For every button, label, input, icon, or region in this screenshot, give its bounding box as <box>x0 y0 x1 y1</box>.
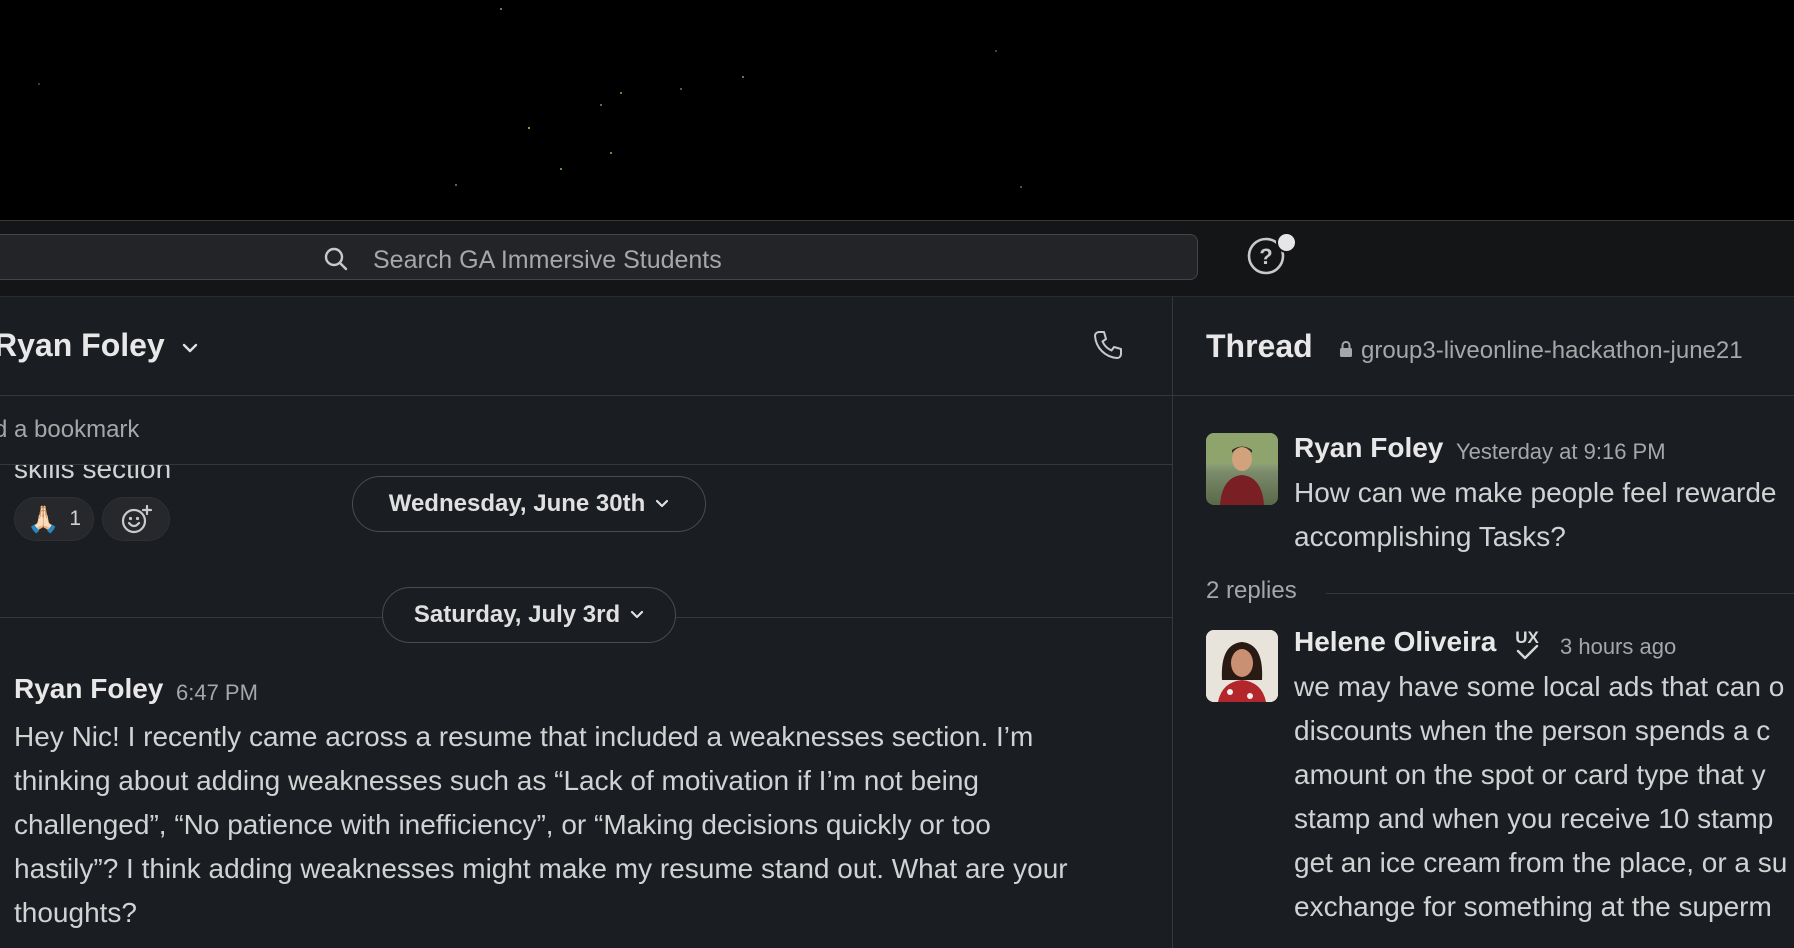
desktop-background <box>0 0 1794 221</box>
star-dot <box>680 88 682 90</box>
person-photo <box>1206 630 1278 702</box>
message-line: challenged”, “No patience with inefficie… <box>14 809 991 840</box>
search-icon <box>324 247 348 271</box>
svg-text:?: ? <box>1259 244 1272 269</box>
reply-author[interactable]: Helene Oliveira <box>1294 626 1496 658</box>
message-line: stamp and when you receive 10 stamp <box>1294 803 1774 834</box>
reply-timestamp[interactable]: 3 hours ago <box>1560 634 1676 660</box>
reaction-count: 1 <box>69 507 82 530</box>
thread-author[interactable]: Ryan Foley <box>1294 432 1443 464</box>
message-line: exchange for something at the superm <box>1294 891 1772 922</box>
star-dot <box>38 83 40 85</box>
chevron-down-icon <box>656 499 669 508</box>
badge-text: UX <box>1515 628 1539 647</box>
message-line: thoughts? <box>14 897 137 928</box>
date-label: Wednesday, June 30th <box>388 490 646 517</box>
date-label: Saturday, July 3rd <box>413 601 621 628</box>
message-author[interactable]: Ryan Foley <box>14 673 163 705</box>
star-dot <box>560 168 562 170</box>
message-line: get an ice cream from the place, or a su <box>1294 847 1788 878</box>
thread-channel-link[interactable]: group3-liveonline-hackathon-june21 <box>1361 337 1743 365</box>
search-bar[interactable]: Search GA Immersive Students <box>0 234 1198 280</box>
thread-message-body: How can we make people feel rewarde acco… <box>1294 471 1776 559</box>
workspace-topbar: Search GA Immersive Students ? <box>0 221 1794 297</box>
chevron-down-icon <box>631 610 644 619</box>
thread-header: Thread group3-liveonline-hackathon-june2… <box>1173 297 1794 396</box>
message-line: How can we make people feel rewarde <box>1294 477 1777 508</box>
add-emoji-icon <box>121 505 153 534</box>
message-line: discounts when the person spends a c <box>1294 715 1771 746</box>
date-divider-saturday[interactable]: Saturday, July 3rd <box>382 587 676 643</box>
star-dot <box>610 152 612 154</box>
add-bookmark-link[interactable]: d a bookmark <box>0 416 139 444</box>
lock-icon <box>1340 340 1352 357</box>
message-body: Hey Nic! I recently came across a resume… <box>14 715 1144 935</box>
star-dot <box>620 92 622 94</box>
reaction-pill[interactable]: 🙏🏻 1 <box>14 497 94 541</box>
thread-pane: Thread group3-liveonline-hackathon-june2… <box>1173 297 1794 948</box>
notification-dot <box>1276 232 1297 253</box>
star-dot <box>995 50 997 52</box>
channel-title: Ryan Foley <box>0 327 165 363</box>
star-dot <box>528 127 530 129</box>
reply-count: 2 replies <box>1206 577 1297 604</box>
avatar-helene-oliveira[interactable] <box>1206 630 1278 702</box>
channel-title-button[interactable]: Ryan Foley <box>0 327 198 364</box>
message-line: we may have some local ads that can o <box>1294 671 1785 702</box>
ux-badge-icon: UX <box>1515 628 1539 660</box>
channel-header: Ryan Foley <box>0 297 1172 396</box>
star-dot <box>600 104 602 106</box>
message-timestamp[interactable]: 6:47 PM <box>176 680 258 706</box>
date-divider-wednesday[interactable]: Wednesday, June 30th <box>352 476 706 532</box>
chevron-down-icon <box>182 343 197 352</box>
message-line: amount on the spot or card type that y <box>1294 759 1766 790</box>
thread-timestamp[interactable]: Yesterday at 9:16 PM <box>1456 439 1666 465</box>
star-dot <box>742 76 744 78</box>
message-line: Hey Nic! I recently came across a resume… <box>14 721 1034 752</box>
add-reaction-button[interactable] <box>102 497 170 541</box>
person-photo <box>1206 433 1278 505</box>
conversation-pane: Ryan Foley d a bookmark skills section 🙏… <box>0 297 1172 948</box>
replies-divider <box>1326 593 1794 594</box>
star-dot <box>455 184 457 186</box>
folded-hands-emoji: 🙏🏻 <box>27 503 60 534</box>
message-line: accomplishing Tasks? <box>1294 521 1566 552</box>
phone-icon[interactable] <box>1092 329 1124 361</box>
thread-title: Thread <box>1206 328 1313 364</box>
bookmark-bar <box>0 396 1172 465</box>
message-line: hastily”? I think adding weaknesses migh… <box>14 853 1068 884</box>
reply-message-body: we may have some local ads that can o di… <box>1294 665 1787 929</box>
star-dot <box>1020 186 1022 188</box>
message-line: thinking about adding weaknesses such as… <box>14 765 980 796</box>
search-placeholder: Search GA Immersive Students <box>373 246 722 274</box>
avatar-ryan-foley[interactable] <box>1206 433 1278 505</box>
star-dot <box>500 8 502 10</box>
